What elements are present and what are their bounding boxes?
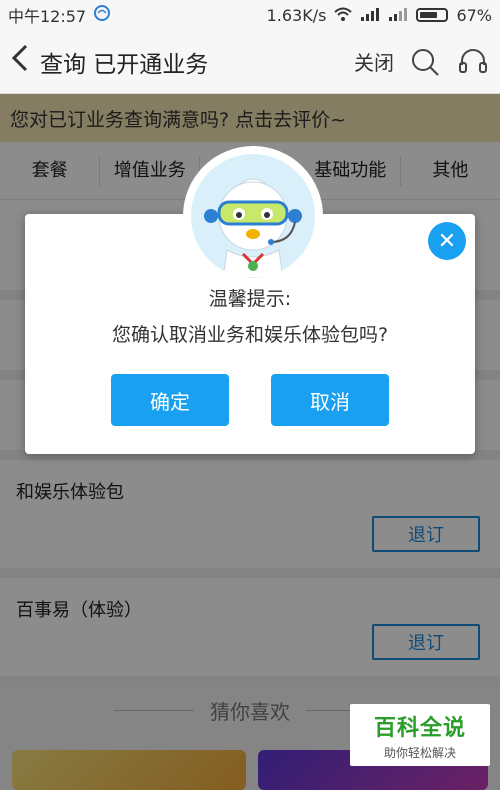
signal-icon [360, 6, 380, 25]
back-arrow-icon[interactable] [10, 43, 36, 81]
mascot-image [191, 154, 315, 278]
battery-icon [416, 8, 449, 22]
wifi-icon [334, 6, 353, 25]
status-bar: 中午12:57 1.63K/s 67% [0, 0, 500, 30]
close-icon[interactable]: ✕ [428, 222, 466, 260]
status-time: 中午12:57 [8, 7, 87, 26]
watermark-logo: 百科全说 助你轻松解决 [350, 704, 490, 766]
nav-bar: 查询 已开通业务 关闭 [0, 30, 500, 94]
headset-icon[interactable] [456, 45, 490, 79]
mascot-avatar [183, 146, 323, 286]
watermark-subtitle: 助你轻松解决 [383, 745, 456, 760]
search-icon[interactable] [408, 45, 442, 79]
signal-icon-2 [388, 6, 408, 25]
carrier-icon [94, 5, 111, 25]
network-speed: 1.63K/s [266, 5, 327, 25]
confirm-button[interactable]: 确定 [111, 374, 229, 426]
close-button[interactable]: 关闭 [354, 47, 394, 76]
watermark-title: 百科全说 [373, 715, 466, 741]
page-title: 查询 已开通业务 [40, 51, 209, 78]
dialog-message: 您确认取消业务和娱乐体验包吗? [111, 324, 389, 346]
cancel-button[interactable]: 取消 [271, 374, 389, 426]
dialog-title: 温馨提示: [208, 288, 292, 310]
battery-level: 67% [456, 5, 492, 25]
